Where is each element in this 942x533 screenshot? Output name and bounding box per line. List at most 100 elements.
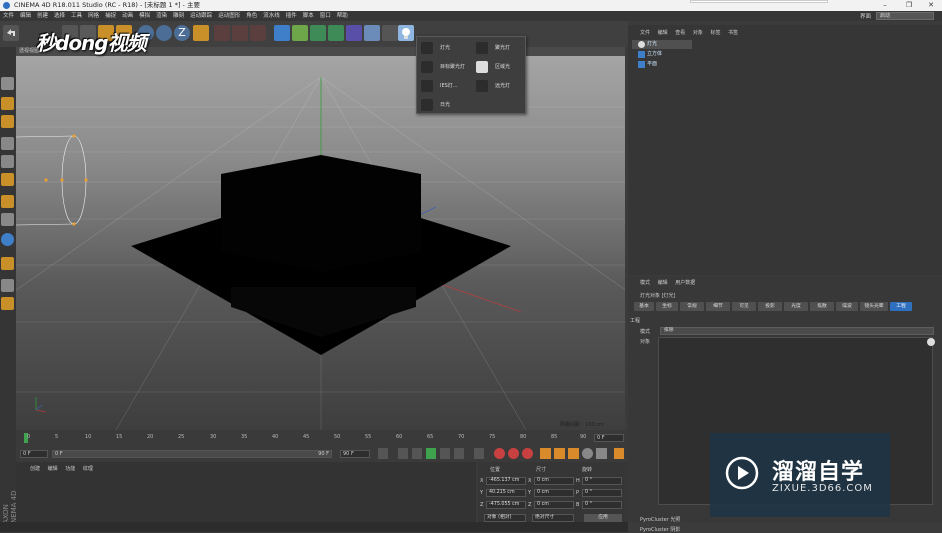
coordinate-mode-select[interactable]: 对象 (相对) (484, 514, 526, 522)
planar-workplane-icon[interactable] (1, 297, 14, 310)
material-menu-edit[interactable]: 编辑 (48, 466, 58, 472)
axis-mode-icon[interactable] (1, 195, 14, 208)
model-mode-icon[interactable] (1, 97, 14, 110)
menu-edit[interactable]: 编辑 (17, 11, 34, 21)
object-row-plane[interactable]: 平面 (632, 60, 692, 69)
pyrocluster-illumination-checkbox[interactable]: PyroCluster 光照 (640, 516, 680, 523)
menu-motion-tracking[interactable]: 运动跟踪 (187, 11, 215, 21)
coordinate-system-icon[interactable] (193, 25, 209, 41)
menu-simulate[interactable]: 模拟 (136, 11, 153, 21)
rotation-b-field[interactable]: 0 ° (582, 501, 622, 509)
size-z-field[interactable]: 0 cm (534, 501, 574, 509)
timeline-window-icon[interactable] (614, 448, 624, 459)
obj-menu-file[interactable]: 文件 (640, 30, 650, 36)
tweak-mode-icon[interactable] (1, 213, 14, 226)
tab-visibility[interactable]: 可见 (732, 302, 756, 311)
obj-menu-tags[interactable]: 标签 (710, 30, 720, 36)
light-icon[interactable] (398, 25, 414, 41)
menu-help[interactable]: 帮助 (334, 11, 351, 21)
tab-general[interactable]: 常规 (680, 302, 704, 311)
clear-list-icon[interactable] (927, 338, 935, 346)
menu-mesh[interactable]: 网格 (85, 11, 102, 21)
key-rotation-icon[interactable] (568, 448, 579, 459)
target-spotlight-item[interactable]: 目标聚光灯 (420, 59, 472, 75)
auto-key-icon[interactable] (508, 448, 519, 459)
menu-select[interactable]: 选择 (51, 11, 68, 21)
area-light-item[interactable]: 区域光 (475, 59, 525, 75)
tab-project[interactable]: 工程 (890, 302, 912, 311)
mode-select[interactable]: 排除 (660, 327, 934, 335)
make-editable-icon[interactable] (1, 77, 14, 90)
menu-file[interactable]: 文件 (0, 11, 17, 21)
size-y-field[interactable]: 0 cm (534, 489, 574, 497)
material-menu-function[interactable]: 功能 (65, 466, 75, 472)
z-axis-icon[interactable]: Z (174, 25, 190, 41)
material-menu-texture[interactable]: 纹理 (83, 466, 93, 472)
rotation-p-field[interactable]: 0 ° (582, 489, 622, 497)
tab-photometric[interactable]: 光度 (784, 302, 808, 311)
render-picture-viewer-icon[interactable] (232, 25, 248, 41)
next-key-icon[interactable] (454, 448, 464, 459)
timeline-ruler[interactable]: 0 F (16, 430, 628, 446)
tab-lens-glow[interactable]: 镜头光晕 (860, 302, 888, 311)
key-parameter-icon[interactable] (582, 448, 593, 459)
polygons-mode-icon[interactable] (1, 173, 14, 186)
ies-light-item[interactable]: IES灯... (420, 78, 472, 94)
y-axis-icon[interactable] (156, 25, 172, 41)
menu-create[interactable]: 创建 (34, 11, 51, 21)
tab-caustics[interactable]: 焦散 (810, 302, 834, 311)
position-x-field[interactable]: -465.137 cm (486, 477, 526, 485)
layout-select[interactable]: 启动 (876, 12, 934, 20)
menu-plugins[interactable]: 插件 (283, 11, 300, 21)
obj-menu-bookmarks[interactable]: 书签 (728, 30, 738, 36)
key-pla-icon[interactable] (596, 448, 607, 459)
menu-snap[interactable]: 捕捉 (102, 11, 119, 21)
menu-animate[interactable]: 动画 (119, 11, 136, 21)
apply-button[interactable]: 应用 (584, 514, 622, 522)
undo-icon[interactable] (3, 25, 19, 41)
key-scale-icon[interactable] (554, 448, 565, 459)
locked-workplane-icon[interactable] (1, 279, 14, 292)
current-frame-field[interactable]: 0 F (20, 450, 48, 458)
record-icon[interactable] (494, 448, 505, 459)
title-search-box[interactable] (690, 0, 828, 3)
size-x-field[interactable]: 0 cm (534, 477, 574, 485)
cube-icon[interactable] (274, 25, 290, 41)
obj-menu-object[interactable]: 对象 (693, 30, 703, 36)
obj-menu-view[interactable]: 查看 (675, 30, 685, 36)
close-button[interactable]: ✕ (922, 0, 940, 11)
menu-window[interactable]: 窗口 (317, 11, 334, 21)
sun-light-item[interactable]: 日光 (420, 97, 472, 113)
attr-menu-mode[interactable]: 模式 (640, 280, 650, 286)
minimize-button[interactable]: – (876, 0, 894, 11)
edges-mode-icon[interactable] (1, 155, 14, 168)
go-to-start-icon[interactable] (378, 448, 388, 459)
menu-tools[interactable]: 工具 (68, 11, 85, 21)
position-y-field[interactable]: 40.215 cm (486, 489, 526, 497)
tab-basic[interactable]: 基本 (634, 302, 654, 311)
go-to-end-icon[interactable] (474, 448, 484, 459)
menu-sculpt[interactable]: 雕刻 (170, 11, 187, 21)
attr-menu-userdata[interactable]: 用户数据 (675, 280, 695, 286)
menu-pipeline[interactable]: 流水线 (260, 11, 283, 21)
tab-coordinates[interactable]: 坐标 (656, 302, 678, 311)
tab-details[interactable]: 细节 (706, 302, 730, 311)
position-z-field[interactable]: -475.055 cm (486, 501, 526, 509)
menu-mograph[interactable]: 运动图形 (215, 11, 243, 21)
array-icon[interactable] (328, 25, 344, 41)
end-frame-field[interactable]: 0 F (594, 434, 624, 442)
perspective-viewport[interactable] (16, 47, 625, 430)
render-settings-icon[interactable] (250, 25, 266, 41)
object-row-cube[interactable]: 立方体 (632, 50, 692, 59)
deformer-icon[interactable] (346, 25, 362, 41)
camera-icon[interactable] (382, 25, 398, 41)
object-row-light[interactable]: 灯光 (632, 40, 692, 49)
previous-key-icon[interactable] (398, 448, 408, 459)
subdivision-icon[interactable] (310, 25, 326, 41)
render-view-icon[interactable] (214, 25, 230, 41)
menu-render[interactable]: 渲染 (153, 11, 170, 21)
material-menu-create[interactable]: 创建 (30, 466, 40, 472)
menu-script[interactable]: 脚本 (300, 11, 317, 21)
light-item[interactable]: 灯光 (420, 40, 472, 56)
obj-menu-edit[interactable]: 编辑 (658, 30, 668, 36)
